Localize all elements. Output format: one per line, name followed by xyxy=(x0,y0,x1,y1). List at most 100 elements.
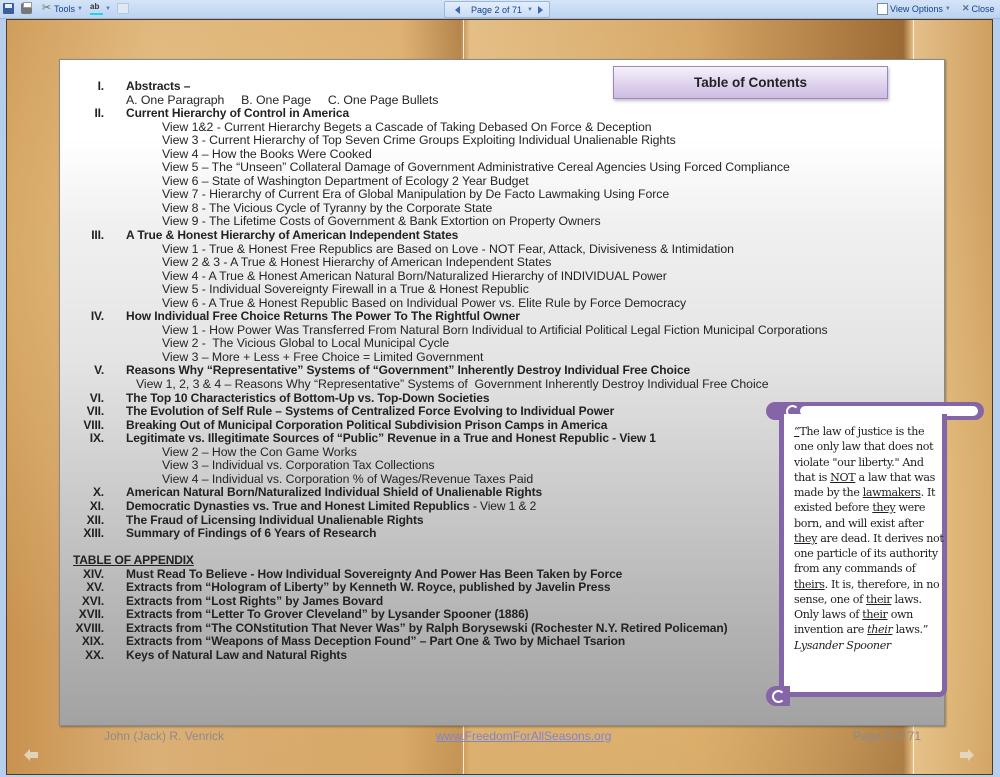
toc-section-title[interactable]: Current Hierarchy of Control in America xyxy=(126,106,350,121)
toc-section-title-text: Extracts from “Hologram of Liberty” by K… xyxy=(126,580,611,595)
toc-view-entry[interactable]: View 4 - A True & Honest American Natura… xyxy=(162,269,667,284)
toc-section-title[interactable]: Summary of Findings of 6 Years of Resear… xyxy=(126,526,376,541)
toc-row: View 1 - True & Honest Free Republics ar… xyxy=(60,242,820,257)
toc-abstract-options[interactable]: A. One Paragraph B. One Page C. One Page… xyxy=(126,93,438,108)
footer-website-link[interactable]: www.FreedomForAllSeasons.org xyxy=(436,729,611,743)
toc-section-title[interactable]: Reasons Why “Representative” Systems of … xyxy=(126,364,690,378)
toc-view-entry[interactable]: View 1 - True & Honest Free Republics ar… xyxy=(162,242,734,257)
toc-view-entry[interactable]: View 4 – How the Books Were Cooked xyxy=(162,147,372,162)
toc-row: XI. Democratic Dynasties vs. True and Hon… xyxy=(60,498,820,514)
toc-row: View 7 - Hierarchy of Current Era of Glo… xyxy=(60,188,820,202)
toc-section-title[interactable]: Must Read To Believe - How Individual So… xyxy=(126,567,622,582)
toc-section-number: IX. xyxy=(89,431,104,446)
toc-section-number: XIV. xyxy=(83,566,104,581)
view-options-button[interactable]: View Options ▼ xyxy=(877,1,951,16)
toc-view-entry[interactable]: View 5 - Individual Sovereignty Firewall… xyxy=(162,283,529,297)
spelling-button[interactable]: ab ▼ xyxy=(90,1,111,16)
toc-row: XIV. Must Read To Believe - How Individua… xyxy=(60,566,820,582)
toc-section-title-text: American Natural Born/Naturalized Indivi… xyxy=(126,485,543,500)
footer-author: John (Jack) R. Venrick xyxy=(104,729,225,743)
toc-view-entry[interactable]: View 1&2 - Current Hierarchy Begets a Ca… xyxy=(162,120,652,135)
toc-section-title[interactable]: Democratic Dynasties vs. True and Honest… xyxy=(126,499,536,514)
toc-section-number: VI. xyxy=(89,390,104,405)
toc-section-title-text: Current Hierarchy of Control in America xyxy=(126,106,350,121)
toc-section-title-text: Extracts from “Weapons of Mass Deception… xyxy=(126,634,626,649)
previous-page-arrow-icon[interactable] xyxy=(24,749,38,761)
toc-section-title[interactable]: Extracts from “Hologram of Liberty” by K… xyxy=(126,580,611,595)
toc-section-title[interactable]: American Natural Born/Naturalized Indivi… xyxy=(126,486,542,500)
toc-section-title[interactable]: A True & Honest Hierarchy of American In… xyxy=(126,228,459,243)
previous-page-button[interactable] xyxy=(455,2,460,17)
toc-row: I. Abstracts – xyxy=(60,79,820,94)
toc-section-title[interactable]: How Individual Free Choice Returns The P… xyxy=(126,310,520,324)
toc-view-entry[interactable]: View 7 - Hierarchy of Current Era of Glo… xyxy=(162,188,669,202)
toc-section-title[interactable]: Legitimate vs. Illegitimate Sources of “… xyxy=(126,431,656,446)
toc-section-number: II. xyxy=(94,106,104,121)
toc-section-number: VIII. xyxy=(83,417,104,432)
toc-section-title[interactable]: The Top 10 Characteristics of Bottom-Up … xyxy=(126,391,490,406)
footer-page-number: Page 2 of 71 xyxy=(853,729,922,743)
toc-view-entry[interactable]: View 1 - How Power Was Transferred From … xyxy=(162,323,828,338)
toc-section-number: VII. xyxy=(86,404,105,419)
toc-section-title[interactable]: Extracts from “Weapons of Mass Deception… xyxy=(126,635,625,649)
toc-row: View 4 - A True & Honest American Natura… xyxy=(60,269,820,284)
toc-section-title[interactable]: Extracts from “Lost Rights” by James Bov… xyxy=(126,594,383,609)
toc-section-title[interactable]: Keys of Natural Law and Natural Rights xyxy=(126,648,347,663)
toc-row: View 5 – The “Unseen” Collateral Damage … xyxy=(60,161,820,175)
toc-view-entry[interactable]: View 4 – Individual vs. Corporation % of… xyxy=(162,472,533,487)
toc-view-entry[interactable]: View 9 - The Lifetime Costs of Governmen… xyxy=(162,215,601,229)
spooner-quote: “The law of justice is the one only law … xyxy=(794,424,944,653)
page-dropdown[interactable]: Page 2 of 71 ▼ xyxy=(471,2,533,17)
toc-row: View 1&2 - Current Hierarchy Begets a Ca… xyxy=(60,120,820,135)
toc-view-entry[interactable]: View 3 – More + Less + Free Choice = Lim… xyxy=(162,350,483,365)
toc-row: XVII. Extracts from “Letter To Grover Cle… xyxy=(60,608,820,622)
toc-view-entry[interactable]: View 8 - The Vicious Cycle of Tyranny by… xyxy=(162,201,492,216)
print-button[interactable] xyxy=(21,1,32,16)
research-button[interactable] xyxy=(117,1,129,16)
toc-row: XIII. Summary of Findings of 6 Years of … xyxy=(60,526,820,541)
view-options-icon xyxy=(877,2,888,15)
next-page-button[interactable] xyxy=(538,2,543,17)
toc-section-title[interactable]: Extracts from “Letter To Grover Clevelan… xyxy=(126,608,529,622)
tools-label: Tools xyxy=(54,3,76,14)
toc-row: View 3 – More + Less + Free Choice = Lim… xyxy=(60,350,820,365)
toc-section-title[interactable]: Breaking Out of Municipal Corporation Po… xyxy=(126,418,607,433)
quote-scroll: “The law of justice is the one only law … xyxy=(766,402,986,708)
toc-section-title[interactable]: Extracts from “The CONstitution That Nev… xyxy=(126,621,728,636)
toc-section-title[interactable]: The Fraud of Licensing Individual Unalie… xyxy=(126,512,424,528)
toc-view-entry[interactable]: View 6 – State of Washington Department … xyxy=(162,174,529,189)
save-button[interactable] xyxy=(3,1,14,16)
toc-row: XX. Keys of Natural Law and Natural Right… xyxy=(60,648,820,663)
arrow-right-icon xyxy=(538,5,543,14)
toc-view-entry[interactable]: View 2 & 3 - A True & Honest Hierarchy o… xyxy=(162,256,551,270)
toc-row: View 4 – Individual vs. Corporation % of… xyxy=(60,472,820,487)
reader-toolbar: ✂ Tools ▼ ab ▼ Page 2 of 71 ▼ View Optio… xyxy=(0,0,1000,19)
toc-section-title-text: The Fraud of Licensing Individual Unalie… xyxy=(126,512,424,527)
close-button[interactable]: ✕ Close xyxy=(962,1,995,16)
toc-view-entry[interactable]: View 2 – How the Con Game Works xyxy=(162,445,357,460)
toc-row: VIII. Breaking Out of Municipal Corporati… xyxy=(60,417,820,433)
toc-view-entry[interactable]: View 6 - A True & Honest Republic Based … xyxy=(162,296,686,311)
toc-view-entry[interactable]: View 5 – The “Unseen” Collateral Damage … xyxy=(162,161,790,175)
toc-row: TABLE OF APPENDIX xyxy=(60,554,820,568)
toc-row: View 6 – State of Washington Department … xyxy=(60,174,820,189)
toc-view-entry[interactable]: View 2 - The Vicious Global to Local Mun… xyxy=(162,337,449,351)
toc-section-title[interactable]: The Evolution of Self Rule – Systems of … xyxy=(126,404,615,419)
toc-view-entry[interactable]: View 1, 2, 3 & 4 – Reasons Why “Represen… xyxy=(136,378,769,392)
toc-view-entry[interactable]: View 3 - Current Hierarchy of Top Seven … xyxy=(162,134,676,148)
next-page-arrow-icon[interactable] xyxy=(960,749,974,761)
toc-row: XVI. Extracts from “Lost Rights” by James… xyxy=(60,594,820,609)
toc-section-title-text: The Evolution of Self Rule – Systems of … xyxy=(126,404,615,419)
quote-emphasis: NOT xyxy=(830,470,856,484)
toc-section-number: XI. xyxy=(89,498,104,513)
toc-row: View 2 - The Vicious Global to Local Mun… xyxy=(60,337,820,351)
toc-row: III. A True & Honest Hierarchy of America… xyxy=(60,228,820,243)
toc-section-title-text: A True & Honest Hierarchy of American In… xyxy=(126,228,459,243)
toc-section-title[interactable]: Abstracts – xyxy=(126,79,190,94)
quote-emphasis: their xyxy=(867,623,893,637)
toc-row: XV. Extracts from “Hologram of Liberty” b… xyxy=(60,580,820,595)
toc-row: View 5 - Individual Sovereignty Firewall… xyxy=(60,283,820,297)
toc-view-entry[interactable]: View 3 – Individual vs. Corporation Tax … xyxy=(162,459,435,473)
tools-menu-button[interactable]: ✂ Tools ▼ xyxy=(41,1,83,16)
quote-emphasis: they xyxy=(872,501,896,515)
